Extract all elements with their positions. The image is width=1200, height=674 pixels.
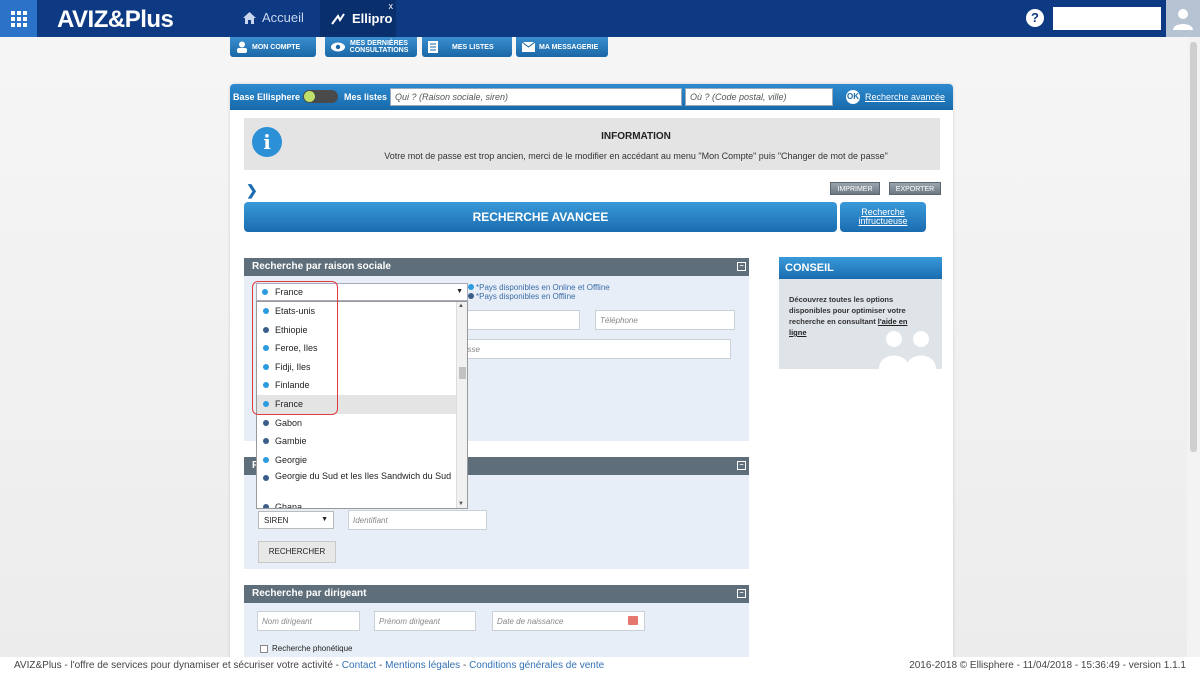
country-option-label: Gabon bbox=[275, 417, 303, 428]
phone-input[interactable]: Téléphone bbox=[595, 310, 735, 330]
country-option-label: Gambie bbox=[275, 436, 307, 447]
phonetic-checkbox[interactable]: Recherche phonétique bbox=[260, 644, 353, 653]
nav-home-label: Accueil bbox=[262, 10, 304, 25]
conseil-box: Découvrez toutes les options disponibles… bbox=[779, 279, 942, 369]
country-option[interactable]: Georgie bbox=[257, 451, 467, 470]
terms-link[interactable]: Conditions générales de vente bbox=[469, 660, 604, 671]
search-button[interactable]: RECHERCHER bbox=[258, 541, 336, 563]
page-scrollbar[interactable] bbox=[1187, 37, 1200, 657]
lists-label: Mes listes bbox=[344, 92, 388, 102]
home-icon bbox=[243, 11, 256, 24]
apps-grid-icon[interactable] bbox=[0, 0, 37, 37]
company-search-title: Recherche par raison sociale bbox=[252, 261, 391, 272]
user-name-field[interactable] bbox=[1053, 7, 1161, 30]
ok-button[interactable]: OK bbox=[846, 90, 860, 104]
recent-consultations-button[interactable]: MES DERNIÈRES CONSULTATIONS bbox=[325, 37, 417, 57]
birthdate-input[interactable]: Date de naissance bbox=[492, 611, 645, 631]
close-tab-icon[interactable]: x bbox=[389, 1, 394, 11]
person-icon bbox=[237, 41, 247, 53]
dropdown-scrollbar[interactable]: ▲ ▼ bbox=[456, 302, 467, 508]
collapse-icon[interactable]: − bbox=[737, 262, 746, 271]
print-button[interactable]: IMPRIMER bbox=[830, 182, 880, 195]
chevron-down-icon: ▼ bbox=[456, 288, 463, 295]
director-lastname-input[interactable]: Nom dirigeant bbox=[257, 611, 360, 631]
export-button[interactable]: EXPORTER bbox=[889, 182, 941, 195]
quick-search-bar: Base Ellisphere Mes listes Qui ? (Raison… bbox=[230, 84, 953, 110]
footer-text: AVIZ&Plus - l'offre de services pour dyn… bbox=[14, 660, 342, 671]
address-input[interactable]: esse bbox=[458, 339, 731, 359]
country-option[interactable]: Ghana bbox=[257, 498, 467, 509]
collapse-icon[interactable]: − bbox=[737, 589, 746, 598]
user-icon bbox=[1173, 8, 1193, 30]
availability-dot-icon bbox=[263, 419, 269, 426]
availability-dot-icon bbox=[263, 438, 269, 445]
where-input[interactable]: Où ? (Code postal, ville) bbox=[685, 88, 833, 106]
footer-copyright: 2016-2018 © Ellisphere - 11/04/2018 - 15… bbox=[909, 660, 1186, 671]
legend-online: *Pays disponibles en Online et Offline bbox=[468, 283, 610, 292]
country-option-label: Georgie du Sud et les Iles Sandwich du S… bbox=[275, 471, 452, 482]
list-icon bbox=[428, 41, 438, 53]
collapse-icon[interactable]: − bbox=[737, 461, 746, 470]
my-account-button[interactable]: MON COMPTE bbox=[230, 37, 316, 57]
help-icon[interactable]: ? bbox=[1026, 9, 1044, 27]
info-title: INFORMATION bbox=[601, 131, 671, 142]
availability-dot-icon bbox=[263, 475, 269, 482]
availability-dot-icon bbox=[263, 504, 269, 508]
people-icon bbox=[879, 331, 909, 369]
my-messages-button[interactable]: MA MESSAGERIE bbox=[516, 37, 608, 57]
recent-consultations-label: MES DERNIÈRES CONSULTATIONS bbox=[349, 40, 409, 54]
country-option-label: Ghana bbox=[275, 502, 303, 509]
advanced-search-link[interactable]: Recherche avancée bbox=[865, 92, 945, 102]
legal-link[interactable]: Mentions légales bbox=[385, 660, 460, 671]
people-icon bbox=[906, 331, 936, 369]
country-option[interactable]: Gambie bbox=[257, 432, 467, 451]
availability-dot-icon bbox=[263, 456, 269, 463]
director-search-header: Recherche par dirigeant − bbox=[244, 585, 749, 603]
my-lists-button[interactable]: MES LISTES bbox=[422, 37, 512, 57]
chevron-right-icon: ❯ bbox=[246, 182, 258, 198]
country-option[interactable]: Gabon bbox=[257, 414, 467, 433]
base-label: Base Ellisphere bbox=[233, 92, 301, 102]
eye-icon bbox=[331, 42, 345, 52]
checkbox[interactable] bbox=[260, 644, 268, 653]
main-panel: Base Ellisphere Mes listes Qui ? (Raison… bbox=[230, 84, 953, 660]
base-toggle[interactable] bbox=[303, 90, 338, 103]
fruitless-search-line2: infructueuse bbox=[858, 216, 908, 226]
footer: AVIZ&Plus - l'offre de services pour dyn… bbox=[0, 657, 1200, 674]
top-bar: AVIZ&Plus Accueil Ellipro x ? bbox=[0, 0, 1200, 37]
tab-ellipro-label: Ellipro bbox=[352, 11, 393, 26]
tab-ellipro[interactable]: Ellipro x bbox=[320, 0, 396, 37]
my-account-label: MON COMPTE bbox=[252, 43, 301, 51]
my-lists-label: MES LISTES bbox=[452, 43, 494, 51]
info-box: i INFORMATION Votre mot de passe est tro… bbox=[244, 118, 940, 170]
highlight-annotation bbox=[252, 281, 338, 415]
my-messages-label: MA MESSAGERIE bbox=[539, 43, 599, 51]
what-input[interactable]: Qui ? (Raison sociale, siren) bbox=[390, 88, 682, 106]
conseil-header: CONSEIL bbox=[779, 257, 942, 279]
avatar[interactable] bbox=[1166, 0, 1200, 37]
director-search-title: Recherche par dirigeant bbox=[252, 588, 367, 599]
info-message: Votre mot de passe est trop ancien, merc… bbox=[384, 151, 888, 161]
identifier-input[interactable]: Identifiant bbox=[348, 510, 487, 530]
company-search-header: Recherche par raison sociale − bbox=[244, 258, 749, 276]
director-firstname-input[interactable]: Prénom dirigeant bbox=[374, 611, 476, 631]
envelope-icon bbox=[522, 42, 535, 52]
fruitless-search-button[interactable]: Recherche infructueuse bbox=[840, 202, 926, 232]
phonetic-label: Recherche phonétique bbox=[272, 644, 353, 653]
brand-logo[interactable]: AVIZ&Plus bbox=[57, 6, 174, 34]
hidden-field[interactable] bbox=[462, 310, 580, 330]
country-option[interactable]: Georgie du Sud et les Iles Sandwich du S… bbox=[257, 469, 467, 498]
nav-home[interactable]: Accueil bbox=[243, 10, 304, 25]
country-option-label: Georgie bbox=[275, 454, 308, 465]
ellipro-icon bbox=[331, 12, 345, 25]
calendar-icon[interactable] bbox=[628, 616, 638, 625]
id-type-select[interactable]: SIREN ▼ bbox=[258, 511, 334, 529]
legend-offline: *Pays disponibles en Offline bbox=[468, 292, 575, 301]
advanced-search-title: RECHERCHE AVANCEE bbox=[244, 202, 837, 232]
contact-link[interactable]: Contact bbox=[342, 660, 376, 671]
